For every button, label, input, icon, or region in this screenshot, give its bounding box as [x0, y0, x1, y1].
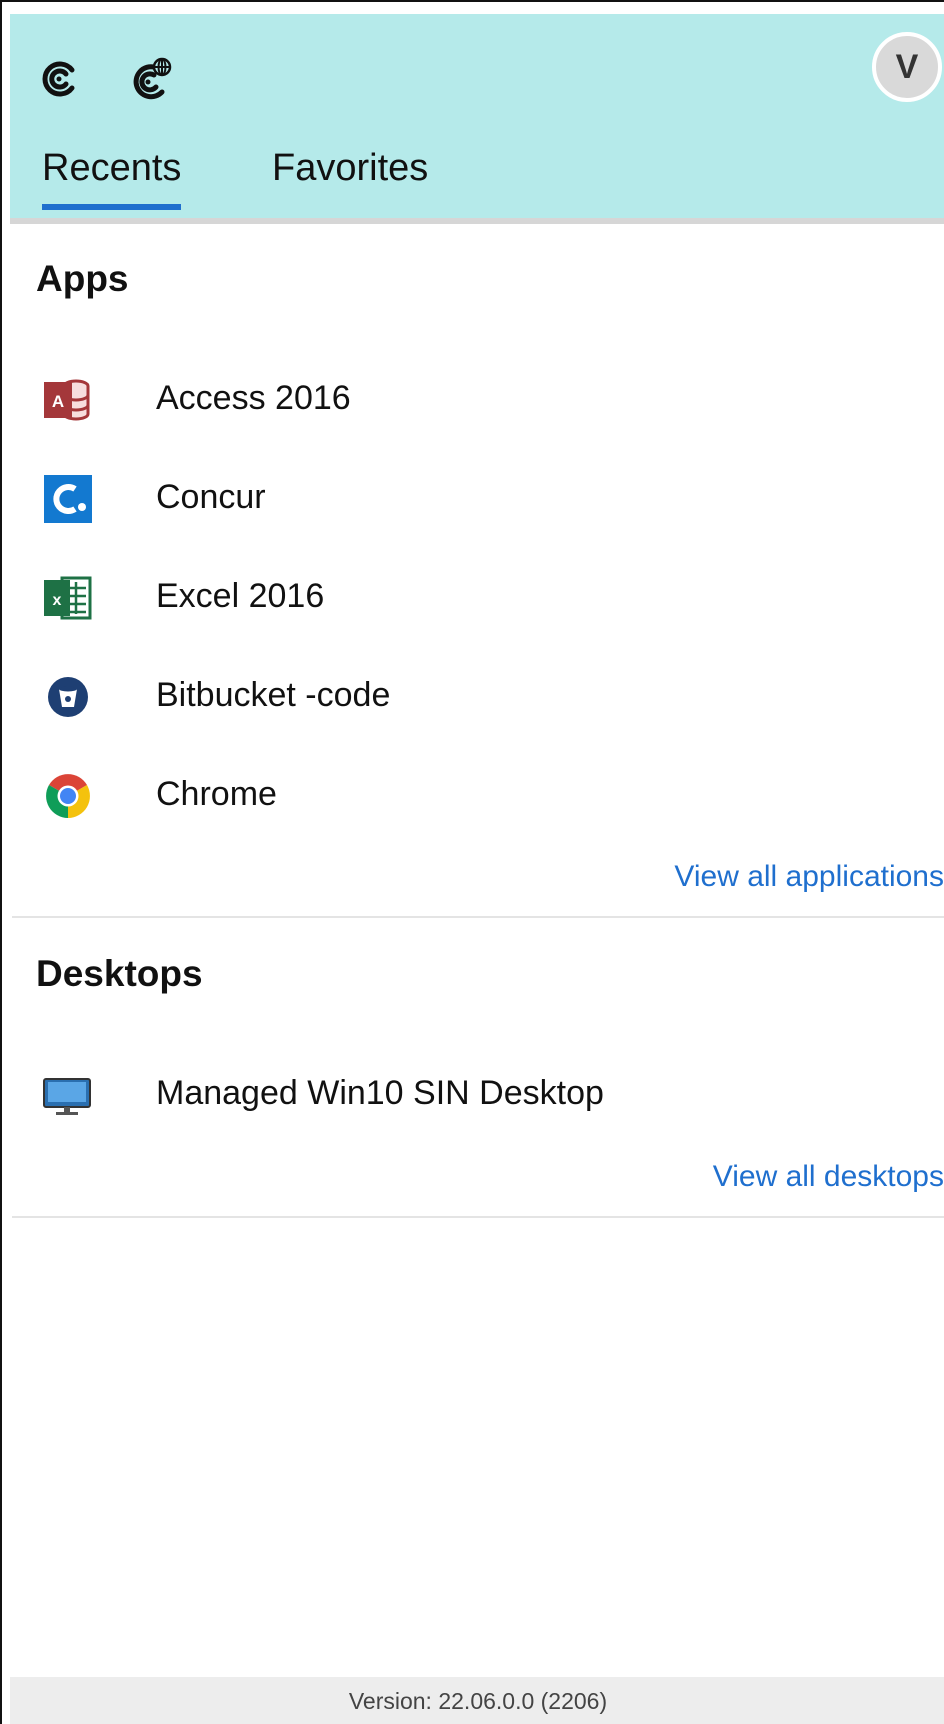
app-label: Concur: [156, 478, 266, 516]
app-item-concur[interactable]: Concur: [22, 457, 922, 537]
app-label: Excel 2016: [156, 577, 325, 615]
concur-icon: [42, 473, 94, 525]
svg-text:x: x: [53, 592, 62, 609]
workspace-web-icon[interactable]: [124, 54, 176, 106]
workspace-icon[interactable]: [34, 54, 86, 106]
app-item-bitbucket[interactable]: Bitbucket -code: [22, 655, 922, 735]
version-text: Version: 22.06.0.0 (2206): [348, 1688, 608, 1714]
app-label: Access 2016: [156, 379, 351, 417]
section-divider: [12, 1216, 944, 1218]
app-item-excel[interactable]: x Excel 2016: [22, 556, 922, 636]
excel-icon: x: [42, 572, 94, 624]
tab-recents[interactable]: Recents: [42, 146, 182, 210]
bitbucket-icon: [42, 671, 94, 723]
desktop-label: Managed Win10 SIN Desktop: [156, 1074, 604, 1112]
app-item-access[interactable]: A Access 2016: [22, 358, 922, 438]
chrome-icon: [42, 770, 94, 822]
section-divider: [12, 916, 944, 918]
desktop-item-managed-win10[interactable]: Managed Win10 SIN Desktop: [22, 1053, 922, 1133]
version-footer: Version: 22.06.0.0 (2206): [10, 1677, 944, 1724]
desktops-section-title: Desktops: [36, 953, 203, 994]
app-item-chrome[interactable]: Chrome: [22, 754, 922, 834]
view-all-desktops-link[interactable]: View all desktops: [713, 1160, 944, 1194]
monitor-icon: [42, 1069, 94, 1121]
svg-text:A: A: [52, 392, 64, 411]
app-label: Bitbucket -code: [156, 676, 391, 714]
header: V Recents Favorites: [10, 14, 944, 224]
app-label: Chrome: [156, 775, 277, 813]
tab-bar-underline: [10, 218, 944, 224]
user-avatar[interactable]: V: [872, 32, 942, 102]
apps-section-title: Apps: [36, 258, 129, 299]
view-all-applications-link[interactable]: View all applications: [674, 860, 944, 894]
access-icon: A: [42, 374, 94, 426]
tab-favorites[interactable]: Favorites: [272, 146, 428, 206]
app-window: V Recents Favorites Apps A Access 2016 C…: [0, 0, 944, 1724]
